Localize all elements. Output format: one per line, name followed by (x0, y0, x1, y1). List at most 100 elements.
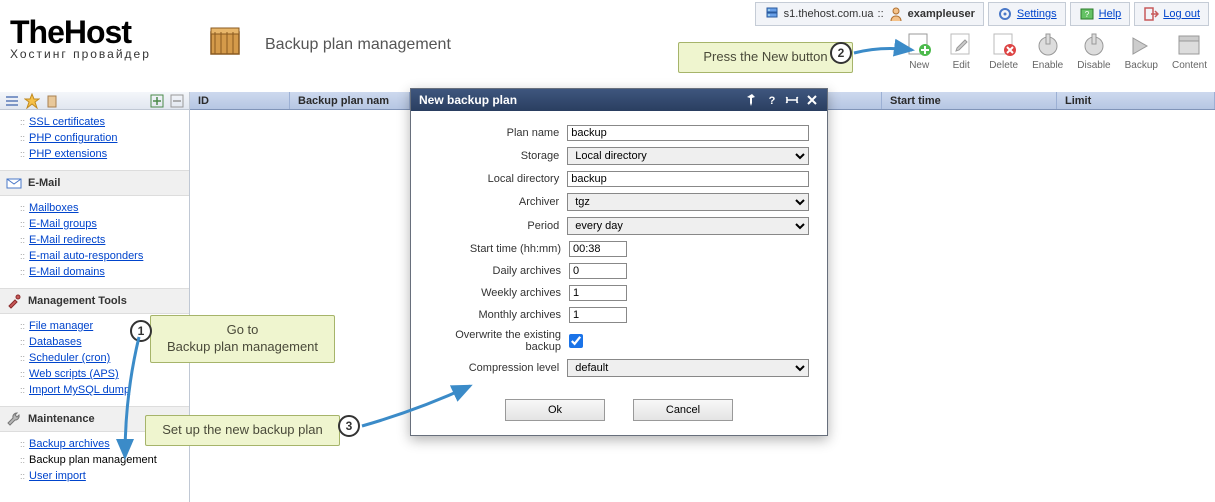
col-name[interactable]: Backup plan nam (290, 92, 410, 109)
daily-input[interactable] (569, 263, 627, 279)
callout-1-line1: Go to (227, 322, 259, 337)
dialog-title-text: New backup plan (419, 93, 517, 107)
disable-label: Disable (1077, 60, 1110, 71)
plus-icon[interactable] (149, 93, 165, 109)
logout-link[interactable]: Log out (1163, 8, 1200, 20)
close-icon[interactable] (805, 93, 819, 107)
callout-2-text: Press the New button (703, 49, 827, 64)
list-icon[interactable] (4, 93, 20, 109)
settings-chip[interactable]: Settings (988, 2, 1066, 26)
cancel-button[interactable]: Cancel (633, 399, 733, 421)
dialog-form: Plan name StorageLocal directory Local d… (411, 111, 827, 391)
clipboard-icon[interactable] (44, 93, 60, 109)
question-icon[interactable]: ? (765, 93, 779, 107)
callout-3-text: Set up the new backup plan (162, 422, 322, 437)
new-button[interactable]: New (905, 30, 933, 71)
logout-chip[interactable]: Log out (1134, 2, 1209, 26)
pin-icon[interactable] (745, 93, 759, 107)
backup-icon (1127, 30, 1155, 58)
callout-2: Press the New button (678, 42, 853, 73)
host-chip: s1.thehost.com.ua :: exampleuser (755, 2, 984, 26)
content-button[interactable]: Content (1172, 30, 1207, 71)
overwrite-checkbox[interactable] (569, 334, 583, 348)
content-icon (1175, 30, 1203, 58)
starttime-input[interactable] (569, 241, 627, 257)
disable-icon (1080, 30, 1108, 58)
nav-item[interactable]: ::PHP configuration (20, 130, 189, 146)
overwrite-label: Overwrite the existing backup (429, 329, 569, 353)
edit-button[interactable]: Edit (947, 30, 975, 71)
archiver-select[interactable]: tgz (567, 193, 809, 211)
crate-icon (205, 18, 245, 58)
server-icon (764, 6, 780, 22)
nav-item-current[interactable]: ::Backup plan management (20, 452, 189, 468)
help-icon: ? (1079, 6, 1095, 22)
content-label: Content (1172, 60, 1207, 71)
callout-1-line2: Backup plan management (167, 339, 318, 354)
separator: :: (878, 8, 884, 20)
help-chip[interactable]: ? Help (1070, 2, 1131, 26)
nav-item[interactable]: ::SSL certificates (20, 114, 189, 130)
monthly-label: Monthly archives (429, 309, 569, 321)
ok-button[interactable]: Ok (505, 399, 605, 421)
host-label: s1.thehost.com.ua (784, 8, 874, 20)
storage-select[interactable]: Local directory (567, 147, 809, 165)
expand-icon[interactable] (785, 93, 799, 107)
weekly-label: Weekly archives (429, 287, 569, 299)
action-toolbar: New Edit Delete Enable Disable Backup Co… (905, 30, 1207, 71)
edit-icon (947, 30, 975, 58)
svg-text:?: ? (769, 95, 776, 107)
backup-button[interactable]: Backup (1125, 30, 1158, 71)
logout-icon (1143, 6, 1159, 22)
callout-3: Set up the new backup plan (145, 415, 340, 446)
storage-label: Storage (429, 150, 567, 162)
brand-main: TheHost (10, 14, 151, 51)
nav-item[interactable]: ::Web scripts (APS) (20, 366, 189, 382)
localdir-input[interactable] (567, 171, 809, 187)
compression-select[interactable]: default (567, 359, 809, 377)
col-id[interactable]: ID (190, 92, 290, 109)
disable-button[interactable]: Disable (1077, 30, 1110, 71)
settings-link[interactable]: Settings (1017, 8, 1057, 20)
delete-button[interactable]: Delete (989, 30, 1018, 71)
wrench-icon (6, 411, 22, 427)
enable-icon (1034, 30, 1062, 58)
nav-item[interactable]: ::E-mail auto-responders (20, 248, 189, 264)
monthly-input[interactable] (569, 307, 627, 323)
nav-item[interactable]: ::E-Mail groups (20, 216, 189, 232)
enable-label: Enable (1032, 60, 1063, 71)
localdir-label: Local directory (429, 173, 567, 185)
nav-item[interactable]: ::PHP extensions (20, 146, 189, 162)
mail-icon (6, 175, 22, 191)
help-link[interactable]: Help (1099, 8, 1122, 20)
nav-head-email[interactable]: E-Mail (0, 170, 189, 196)
new-backup-plan-dialog: New backup plan ? Plan name StorageLocal… (410, 88, 828, 436)
nav-item[interactable]: ::E-Mail redirects (20, 232, 189, 248)
period-select[interactable]: every day (567, 217, 809, 235)
nav-item[interactable]: ::Import MySQL dump (20, 382, 189, 398)
col-limit[interactable]: Limit (1057, 92, 1215, 109)
page-title: Backup plan management (265, 36, 451, 54)
minus-icon[interactable] (169, 93, 185, 109)
nav-item[interactable]: ::E-Mail domains (20, 264, 189, 280)
dialog-buttons: Ok Cancel (411, 391, 827, 435)
nav-head-mgmt[interactable]: Management Tools (0, 288, 189, 314)
nav-item[interactable]: ::User import (20, 468, 189, 484)
new-label: New (909, 60, 929, 71)
compression-label: Compression level (429, 362, 567, 374)
svg-text:?: ? (1084, 10, 1089, 19)
dialog-titlebar[interactable]: New backup plan ? (411, 89, 827, 111)
callout-2-badge: 2 (830, 42, 852, 64)
col-start[interactable]: Start time (882, 92, 1057, 109)
new-icon (905, 30, 933, 58)
user-name: exampleuser (908, 8, 975, 20)
plan-name-input[interactable] (567, 125, 809, 141)
weekly-input[interactable] (569, 285, 627, 301)
starttime-label: Start time (hh:mm) (429, 243, 569, 255)
nav-www-items: ::SSL certificates ::PHP configuration :… (0, 110, 189, 170)
enable-button[interactable]: Enable (1032, 30, 1063, 71)
star-icon[interactable] (24, 93, 40, 109)
nav-item[interactable]: ::Mailboxes (20, 200, 189, 216)
period-label: Period (429, 220, 567, 232)
archiver-label: Archiver (429, 196, 567, 208)
